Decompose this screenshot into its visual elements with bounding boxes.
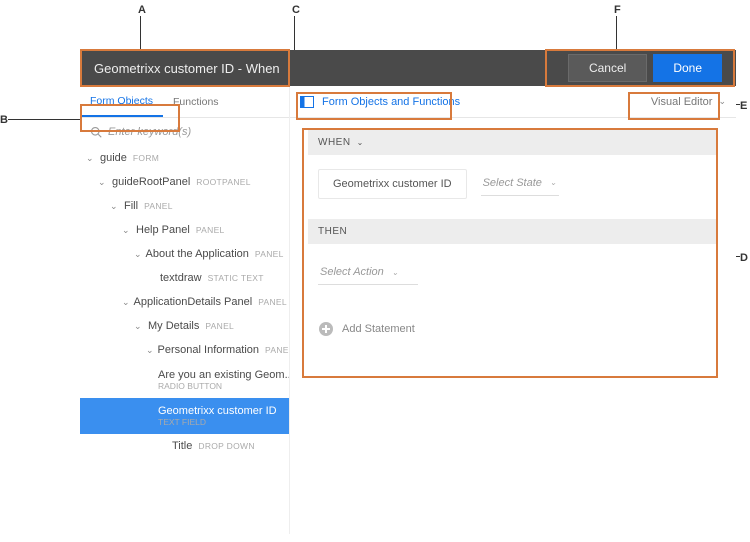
editor-mode-dropdown[interactable]: Visual Editor ⌄	[651, 96, 726, 108]
plus-circle-icon	[318, 321, 334, 337]
search-placeholder: Enter keyword(s)	[108, 126, 191, 138]
tree-item[interactable]: ⌄ Fill PANEL	[80, 194, 289, 218]
select-state-label: Select State	[483, 177, 542, 189]
tree-item-label: Fill	[124, 200, 138, 212]
chevron-icon: ⌄	[86, 153, 96, 164]
tree-item-type: PANEL	[144, 201, 173, 211]
tree-item[interactable]: ⌄ guide FORM	[80, 146, 289, 170]
tree-item-type: PANEL	[265, 345, 289, 355]
when-section-header[interactable]: WHEN ⌄	[308, 130, 718, 155]
then-section-body: Select Action ⌄	[308, 244, 718, 313]
sidebar: Form Objects Functions Enter keyword(s) …	[80, 86, 290, 534]
search-icon	[90, 126, 102, 138]
tree-item[interactable]: ⌄ Help Panel PANEL	[80, 218, 289, 242]
chevron-icon: ⌄	[134, 321, 144, 332]
tree-item-type: ROOTPANEL	[196, 177, 251, 187]
chevron-icon: ⌄	[122, 225, 132, 236]
editor-mode-label: Visual Editor	[651, 96, 713, 108]
tree-item[interactable]: Title DROP DOWN	[80, 434, 289, 458]
when-label: WHEN	[318, 137, 351, 148]
chevron-icon: ⌄	[134, 249, 142, 260]
tree-item-type: FORM	[133, 153, 159, 163]
tree-item-label: Help Panel	[136, 224, 190, 236]
tree-item-type: PANEL	[255, 249, 284, 259]
tree-item[interactable]: ⌄ ApplicationDetails Panel PANEL	[80, 290, 289, 314]
annotation-d: D	[740, 252, 748, 264]
tree-item-label: My Details	[148, 320, 199, 332]
search-input[interactable]: Enter keyword(s)	[80, 118, 289, 146]
annotation-c: C	[292, 4, 300, 16]
dialog-title: Geometrixx customer ID - When	[94, 61, 280, 76]
tree-item-label: ApplicationDetails Panel	[134, 296, 253, 308]
tree-item-label: guideRootPanel	[112, 176, 190, 188]
chevron-down-icon: ⌄	[718, 96, 726, 107]
sidebar-tabs: Form Objects Functions	[80, 86, 289, 118]
select-action-dropdown[interactable]: Select Action ⌄	[318, 262, 418, 285]
then-section-header: THEN	[308, 219, 718, 244]
tree-item[interactable]: textdraw STATIC TEXT	[80, 266, 289, 290]
toggle-form-objects-functions[interactable]: Form Objects and Functions	[300, 96, 460, 108]
chevron-icon: ⌄	[110, 201, 120, 212]
rule-canvas: WHEN ⌄ Geometrixx customer ID Select Sta…	[290, 118, 736, 357]
when-object-chip[interactable]: Geometrixx customer ID	[318, 169, 467, 199]
tree-item-label: Geometrixx customer ID	[158, 405, 283, 417]
tree-item[interactable]: Geometrixx customer IDTEXT FIELD	[80, 398, 289, 434]
annotation-e: E	[740, 100, 747, 112]
annotation-b: B	[0, 114, 8, 126]
select-action-label: Select Action	[320, 266, 384, 278]
cancel-button[interactable]: Cancel	[568, 54, 647, 82]
tree-item[interactable]: ⌄ guideRootPanel ROOTPANEL	[80, 170, 289, 194]
when-section-body: Geometrixx customer ID Select State ⌄	[308, 155, 718, 219]
panel-toggle-label: Form Objects and Functions	[322, 96, 460, 108]
tree-item[interactable]: Are you an existing Geom...RADIO BUTTON	[80, 362, 289, 398]
tree-item-type: PANEL	[258, 297, 287, 307]
select-state-dropdown[interactable]: Select State ⌄	[481, 173, 559, 196]
tree-item[interactable]: ⌄ My Details PANEL	[80, 314, 289, 338]
rule-editor-panel: Form Objects and Functions Visual Editor…	[290, 86, 736, 534]
tree-item-label: About the Application	[146, 248, 249, 260]
chevron-icon: ⌄	[98, 177, 108, 188]
add-statement-button[interactable]: Add Statement	[308, 313, 718, 345]
form-objects-tree[interactable]: ⌄ guide FORM ⌄ guideRootPanel ROOTPANEL ⌄ Fill P…	[80, 146, 289, 534]
tab-functions[interactable]: Functions	[163, 86, 229, 117]
tree-item[interactable]: ⌄ Personal Information PANEL	[80, 338, 289, 362]
main-container: Form Objects Functions Enter keyword(s) …	[80, 86, 736, 534]
annotation-a: A	[138, 4, 146, 16]
tree-item-label: Are you an existing Geom...	[158, 369, 283, 381]
tree-item-label: Title	[172, 440, 192, 452]
add-statement-label: Add Statement	[342, 323, 415, 335]
then-label: THEN	[318, 226, 347, 237]
annotation-f: F	[614, 4, 621, 16]
panel-toggle-icon	[300, 96, 314, 108]
editor-toolbar: Form Objects and Functions Visual Editor…	[290, 86, 736, 118]
dialog-header: Geometrixx customer ID - When Cancel Don…	[80, 50, 736, 86]
chevron-down-icon: ⌄	[392, 268, 399, 277]
chevron-icon: ⌄	[146, 345, 154, 356]
tree-item-type: STATIC TEXT	[208, 273, 264, 283]
tab-form-objects[interactable]: Form Objects	[80, 86, 163, 117]
tree-item-label: guide	[100, 152, 127, 164]
tree-item-type: PANEL	[196, 225, 225, 235]
chevron-down-icon: ⌄	[550, 178, 557, 187]
tree-item-type: PANEL	[205, 321, 234, 331]
done-button[interactable]: Done	[653, 54, 722, 82]
tree-item-label: textdraw	[160, 272, 202, 284]
tree-item-label: Personal Information	[158, 344, 260, 356]
tree-item-type: TEXT FIELD	[158, 417, 283, 427]
chevron-icon: ⌄	[122, 297, 130, 308]
tree-item-type: RADIO BUTTON	[158, 381, 283, 391]
chevron-down-icon: ⌄	[357, 138, 364, 147]
tree-item[interactable]: ⌄ About the Application PANEL	[80, 242, 289, 266]
tree-item-type: DROP DOWN	[198, 441, 254, 451]
